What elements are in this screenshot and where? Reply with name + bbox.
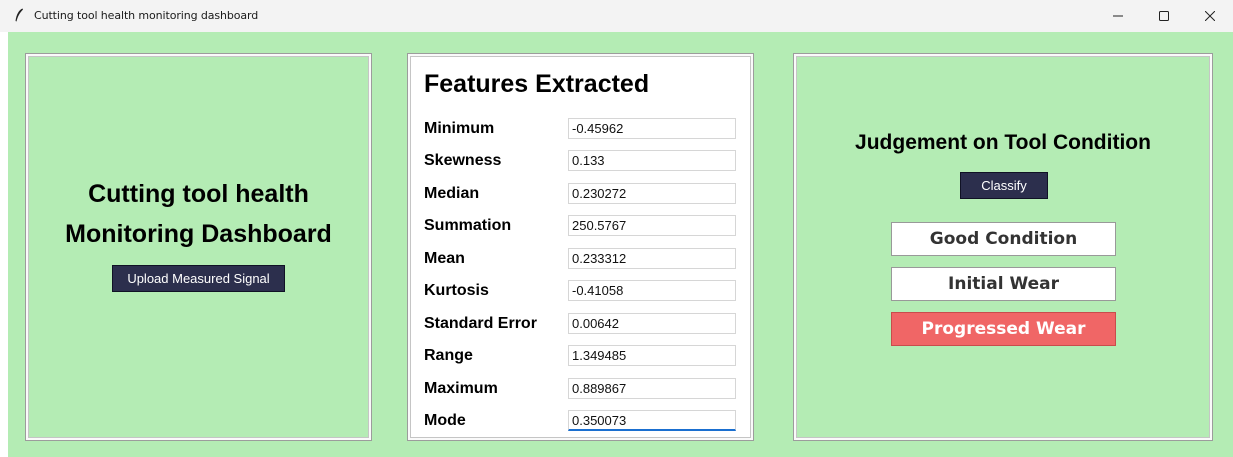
feature-row-range: Range 1.349485 <box>410 345 751 377</box>
feature-label: Mode <box>424 412 466 429</box>
feature-label: Median <box>424 185 480 202</box>
minimize-button[interactable] <box>1095 0 1141 32</box>
feature-label: Mean <box>424 250 465 267</box>
feature-label: Standard Error <box>424 315 537 332</box>
feather-icon <box>15 8 23 22</box>
feature-value-field[interactable]: 250.5767 <box>568 215 736 236</box>
feature-row-median: Median 0.230272 <box>410 183 751 215</box>
dashboard-title-line1: Cutting tool health <box>88 180 309 208</box>
features-title: Features Extracted <box>424 70 650 98</box>
feature-label: Maximum <box>424 380 498 397</box>
feature-row-skewness: Skewness 0.133 <box>410 150 751 182</box>
minimize-icon <box>1113 15 1123 17</box>
close-icon <box>1205 11 1215 21</box>
feature-value-field[interactable]: 0.233312 <box>568 248 736 269</box>
feature-label: Skewness <box>424 152 502 169</box>
feature-label: Summation <box>424 217 512 234</box>
features-panel: Features Extracted Minimum -0.45962 Skew… <box>408 54 753 440</box>
feature-row-standard-error: Standard Error 0.00642 <box>410 313 751 345</box>
close-button[interactable] <box>1187 0 1233 32</box>
initial-wear-indicator: Initial Wear <box>891 267 1116 301</box>
feature-row-kurtosis: Kurtosis -0.41058 <box>410 280 751 312</box>
app-client-area: Cutting tool health Monitoring Dashboard… <box>8 32 1233 457</box>
feature-row-minimum: Minimum -0.45962 <box>410 118 751 150</box>
classify-button[interactable]: Classify <box>960 172 1048 199</box>
maximize-icon <box>1159 11 1169 21</box>
window-title: Cutting tool health monitoring dashboard <box>34 9 259 22</box>
feature-row-mean: Mean 0.233312 <box>410 248 751 280</box>
feature-row-maximum: Maximum 0.889867 <box>410 378 751 410</box>
title-bar: Cutting tool health monitoring dashboard <box>0 0 1233 32</box>
feature-value-field[interactable]: -0.41058 <box>568 280 736 301</box>
feature-value-field[interactable]: 0.350073 <box>568 410 736 431</box>
feature-value-field[interactable]: 0.230272 <box>568 183 736 204</box>
feature-label: Range <box>424 347 473 364</box>
feature-label: Minimum <box>424 120 495 137</box>
feature-value-field[interactable]: 0.889867 <box>568 378 736 399</box>
maximize-button[interactable] <box>1141 0 1187 32</box>
dashboard-panel: Cutting tool health Monitoring Dashboard… <box>26 54 371 440</box>
feature-row-mode: Mode 0.350073 <box>410 410 751 442</box>
good-condition-indicator: Good Condition <box>891 222 1116 256</box>
upload-signal-button[interactable]: Upload Measured Signal <box>112 265 285 292</box>
feature-label: Kurtosis <box>424 282 489 299</box>
feature-row-summation: Summation 250.5767 <box>410 215 751 247</box>
feature-value-field[interactable]: -0.45962 <box>568 118 736 139</box>
progressed-wear-indicator: Progressed Wear <box>891 312 1116 346</box>
feature-value-field[interactable]: 1.349485 <box>568 345 736 366</box>
judgement-panel: Judgement on Tool Condition Classify Goo… <box>794 54 1212 440</box>
feature-value-field[interactable]: 0.133 <box>568 150 736 171</box>
feature-value-field[interactable]: 0.00642 <box>568 313 736 334</box>
dashboard-title-line2: Monitoring Dashboard <box>65 220 332 248</box>
judgement-title: Judgement on Tool Condition <box>855 131 1151 154</box>
